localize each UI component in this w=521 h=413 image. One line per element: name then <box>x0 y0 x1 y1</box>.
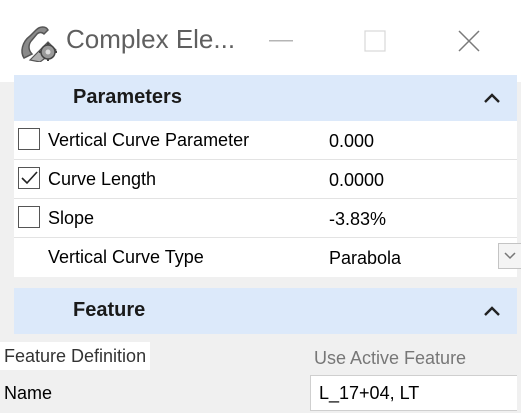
row-curve-length: Curve Length 0.0000 <box>14 160 517 198</box>
vertical-curve-parameter-value[interactable]: 0.000 <box>329 131 374 152</box>
feature-header-label: Feature <box>73 299 146 321</box>
vertical-curve-parameter-checkbox[interactable] <box>18 128 40 150</box>
row-vertical-curve-type: Vertical Curve Type Parabola <box>14 238 521 276</box>
vertical-curve-type-dropdown[interactable] <box>498 243 521 269</box>
feature-definition-label: Feature Definition <box>0 342 151 370</box>
parameters-header-label: Parameters <box>73 86 182 108</box>
curve-length-label: Curve Length <box>44 164 161 194</box>
vertical-curve-parameter-label: Vertical Curve Parameter <box>44 125 254 155</box>
close-icon <box>458 30 480 52</box>
complex-element-icon <box>18 22 62 63</box>
row-name: Name L_17+04, LT <box>0 375 517 411</box>
maximize-icon <box>364 30 386 52</box>
name-label: Name <box>4 383 53 403</box>
feature-definition-value[interactable]: Use Active Feature <box>314 348 466 369</box>
vertical-curve-type-select[interactable]: Parabola <box>329 248 401 269</box>
title-bar: Complex Ele... <box>0 0 521 82</box>
feature-section-header[interactable]: Feature <box>14 288 517 334</box>
slope-value[interactable]: -3.83% <box>329 209 386 230</box>
chevron-up-icon[interactable] <box>481 87 503 109</box>
feature-panel: Feature Definition Use Active Feature Na… <box>0 334 521 413</box>
curve-length-value[interactable]: 0.0000 <box>329 170 384 191</box>
slope-checkbox[interactable] <box>18 206 40 228</box>
checkmark-icon <box>21 171 38 185</box>
close-button[interactable] <box>446 18 492 64</box>
chevron-down-icon <box>504 252 516 260</box>
maximize-button[interactable] <box>352 18 398 64</box>
row-feature-definition: Feature Definition Use Active Feature <box>0 338 507 374</box>
row-slope: Slope -3.83% <box>14 199 517 237</box>
parameters-panel: Vertical Curve Parameter 0.000 Curve Len… <box>14 121 521 277</box>
curve-length-checkbox[interactable] <box>18 167 40 189</box>
name-input[interactable]: L_17+04, LT <box>310 375 517 411</box>
window-title: Complex Ele... <box>66 24 236 54</box>
vertical-curve-type-label: Vertical Curve Type <box>44 242 208 272</box>
minimize-button[interactable] <box>258 18 304 64</box>
row-vertical-curve-parameter: Vertical Curve Parameter 0.000 <box>14 121 517 159</box>
chevron-up-icon[interactable] <box>481 300 503 322</box>
parameters-section-header[interactable]: Parameters <box>14 75 517 121</box>
slope-label: Slope <box>44 203 99 233</box>
minimize-icon <box>269 40 293 42</box>
